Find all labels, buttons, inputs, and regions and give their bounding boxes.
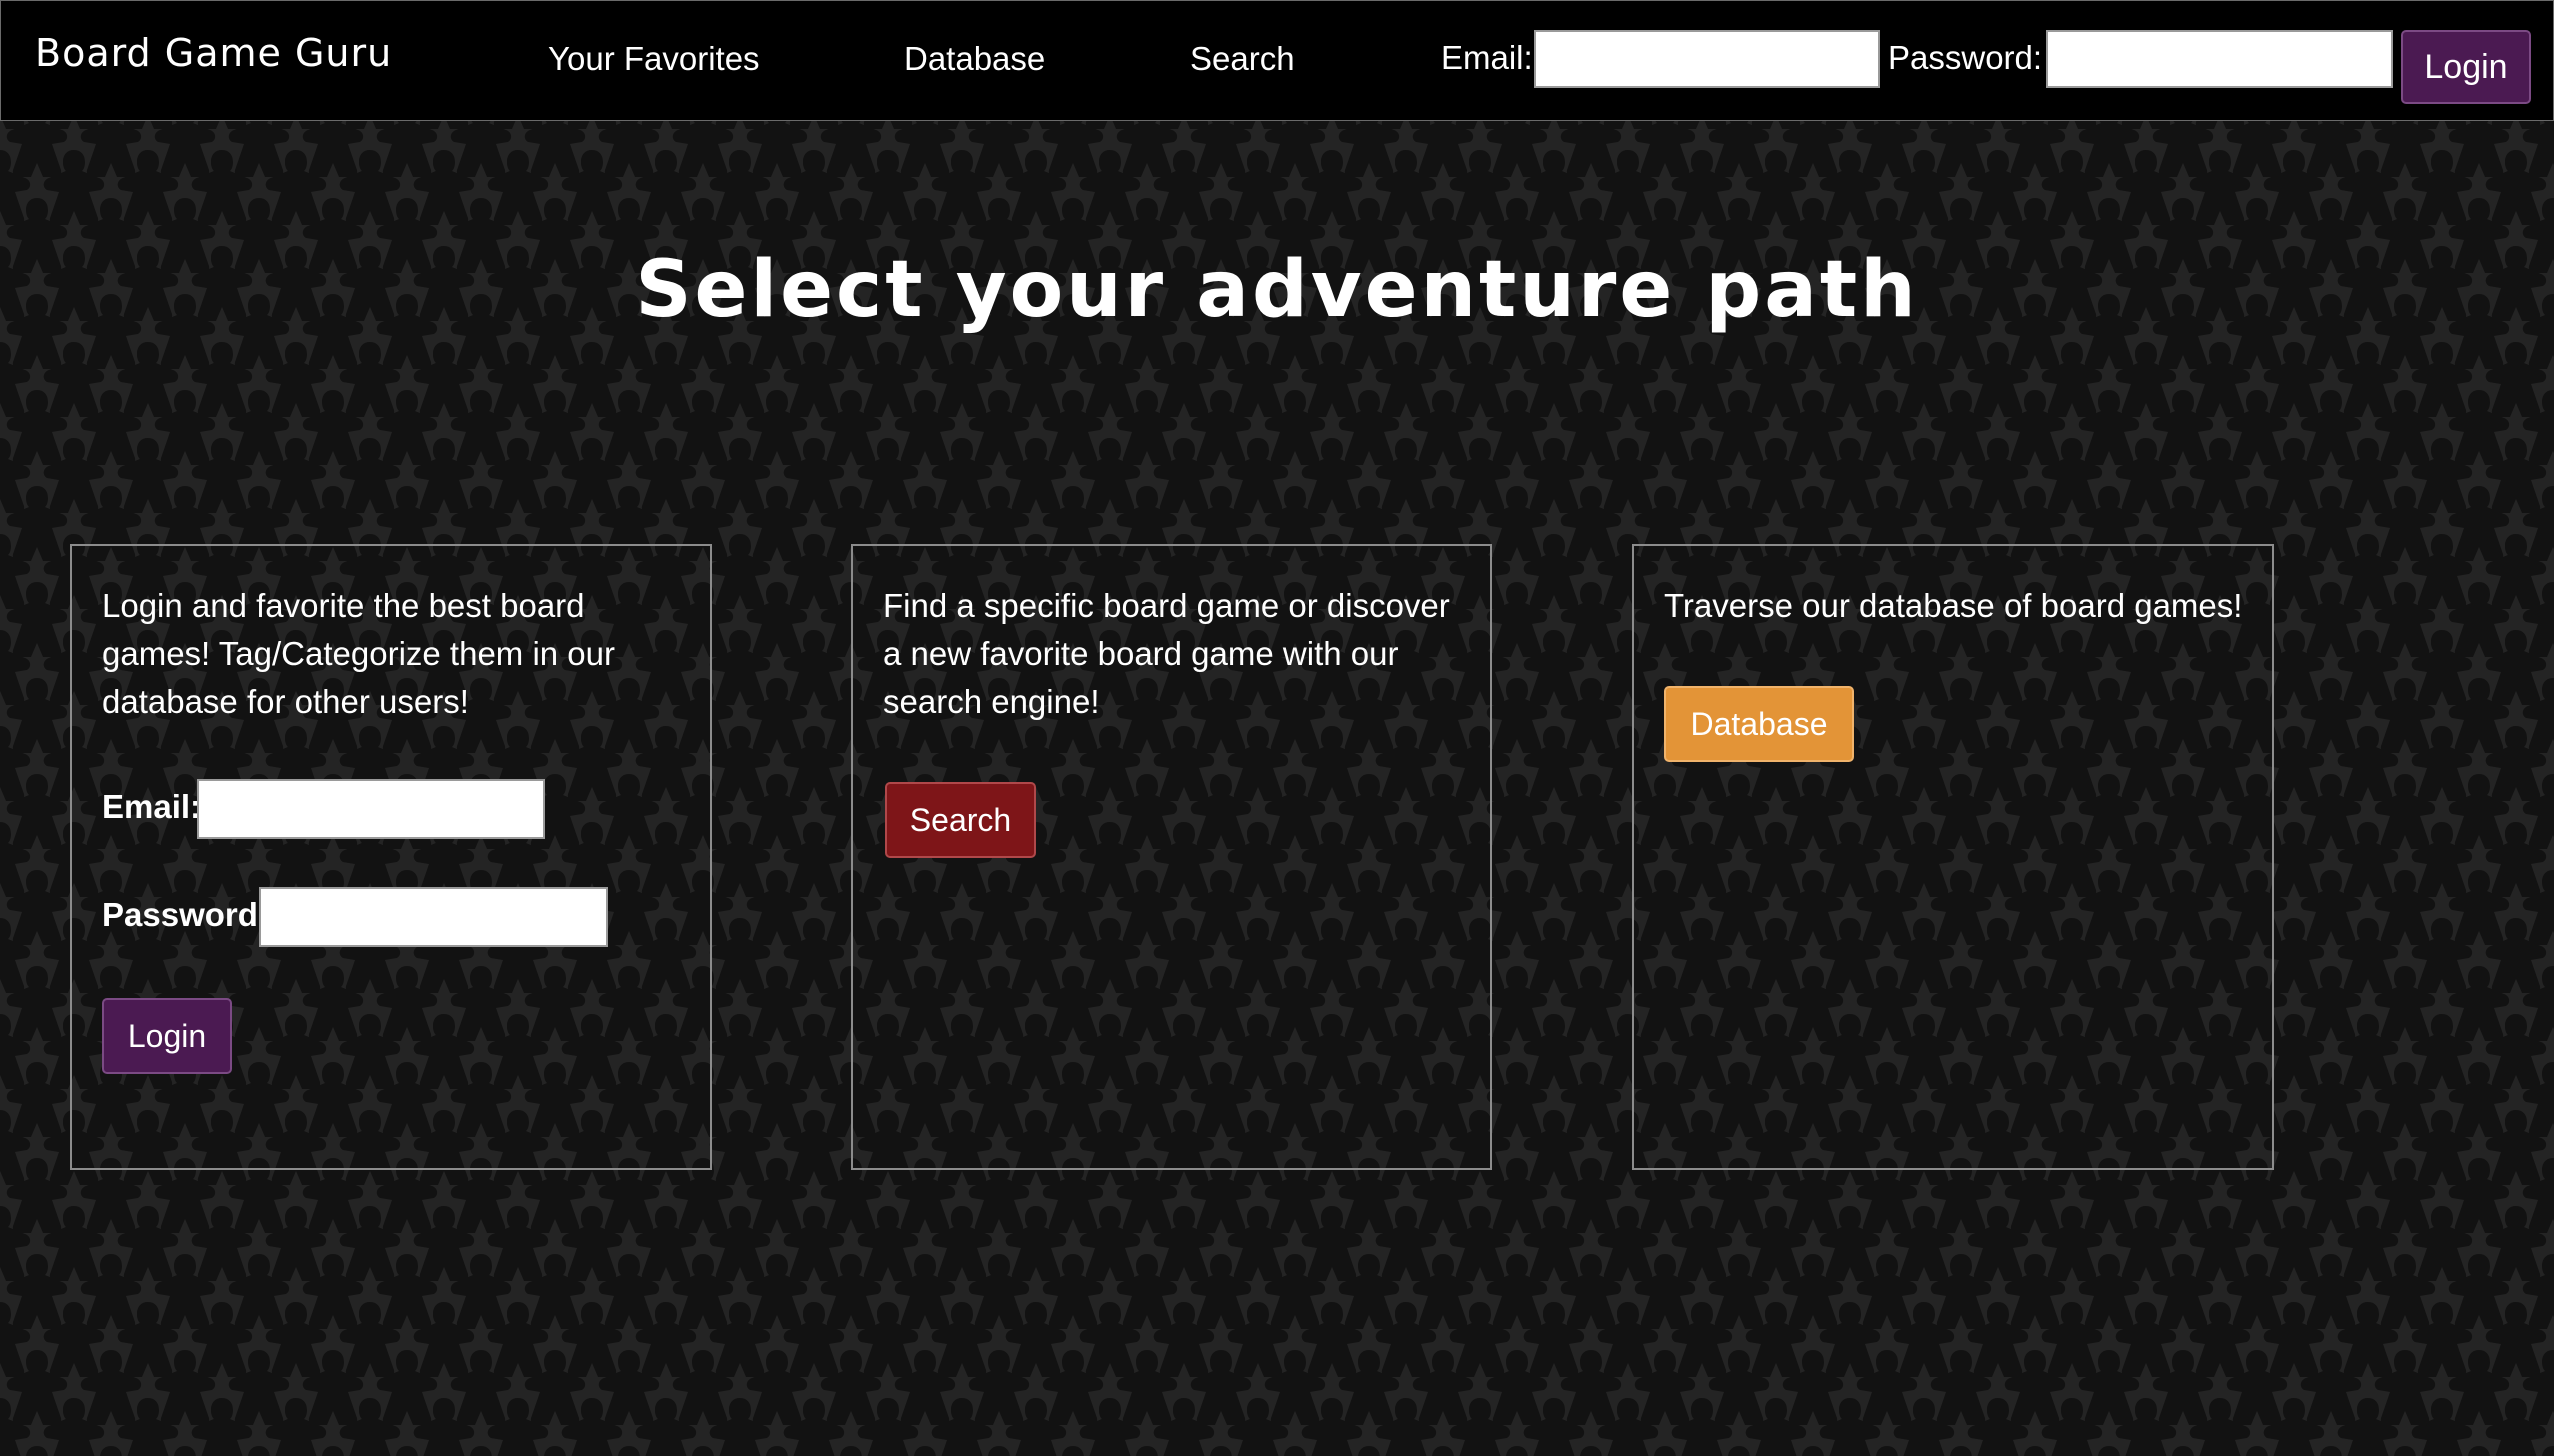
database-card-description: Traverse our database of board games!: [1664, 587, 2243, 624]
brand-logo[interactable]: Board Game Guru: [35, 31, 392, 75]
top-navbar: Board Game Guru Your Favorites Database …: [0, 0, 2554, 121]
search-card-description: Find a specific board game or discover a…: [883, 587, 1450, 720]
nav-email-label: Email:: [1441, 39, 1533, 76]
nav-login-button[interactable]: Login: [2401, 30, 2531, 104]
nav-link-database[interactable]: Database: [904, 40, 1045, 78]
page-title: Select your adventure path: [635, 245, 1919, 335]
nav-password-label: Password:: [1888, 39, 2043, 76]
database-card: Traverse our database of board games! Da…: [1632, 544, 2274, 1170]
login-card: Login and favorite the best board games!…: [70, 544, 712, 1170]
nav-email-input[interactable]: [1534, 30, 1880, 88]
login-email-label: Email:: [102, 788, 202, 825]
search-button[interactable]: Search: [885, 782, 1036, 858]
login-button[interactable]: Login: [102, 998, 232, 1074]
nav-link-search[interactable]: Search: [1190, 40, 1295, 78]
login-card-description: Login and favorite the best board games!…: [102, 587, 615, 720]
search-card: Find a specific board game or discover a…: [851, 544, 1492, 1170]
login-password-label: Password:: [102, 896, 269, 933]
nav-password-input[interactable]: [2046, 30, 2393, 88]
login-password-input[interactable]: [259, 887, 608, 947]
login-email-input[interactable]: [197, 779, 545, 839]
nav-link-your-favorites[interactable]: Your Favorites: [548, 40, 760, 78]
database-button[interactable]: Database: [1664, 686, 1854, 762]
